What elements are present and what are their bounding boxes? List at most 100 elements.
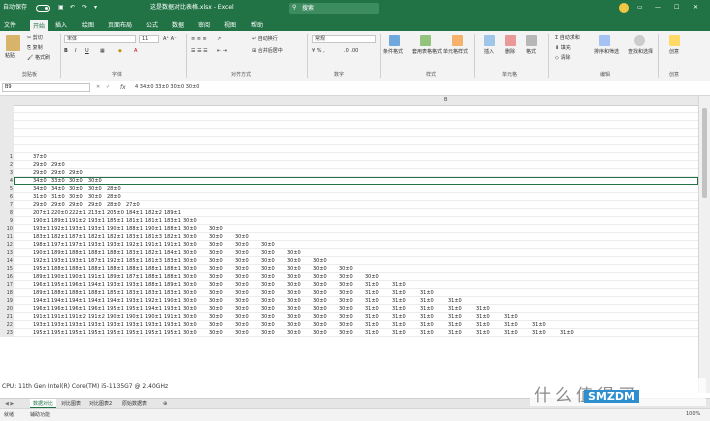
table-cell[interactable]: 30±0 [209,233,223,241]
table-cell[interactable]: 191±1 [145,241,162,249]
ribbon-display-icon[interactable]: ▭ [637,4,643,12]
table-cell[interactable]: 182±1 [145,249,162,257]
number-format-combo[interactable]: 常规 [312,35,376,43]
table-cell[interactable]: 31±0 [504,329,518,337]
table-cell[interactable]: 27±0 [126,201,140,209]
table-cell[interactable]: 31±0 [420,305,434,313]
table-cell[interactable]: 30±0 [313,265,327,273]
paste-button[interactable]: 粘贴 [5,53,15,59]
undo-icon[interactable]: ↶ [70,4,75,12]
underline-button[interactable]: U [85,48,89,54]
table-cell[interactable]: 30±0 [235,241,249,249]
bold-button[interactable]: B [64,48,68,54]
table-cell[interactable]: 197±1 [69,241,86,249]
table-cell[interactable]: 30±0 [313,305,327,313]
table-cell[interactable]: 28±0 [107,201,121,209]
row-number[interactable]: 8 [0,209,14,217]
table-cell[interactable]: 194±1 [107,297,124,305]
table-cell[interactable]: 30±0 [183,297,197,305]
row-number[interactable]: 18 [0,289,14,297]
table-cell[interactable]: 188±1 [51,265,68,273]
name-box[interactable]: B9 [2,83,90,92]
formula-input[interactable]: 4 34±0 33±0 30±0 30±0 [135,84,199,90]
table-cell[interactable]: 30±0 [209,321,223,329]
table-cell[interactable]: 30±0 [313,313,327,321]
conditional-format-icon[interactable] [389,35,400,46]
table-cell[interactable]: 30±0 [261,281,275,289]
table-cell[interactable]: 30±0 [183,233,197,241]
status-accessibility[interactable]: 辅助功能 [30,411,50,418]
table-cell[interactable]: 181±1 [145,217,162,225]
table-cell[interactable]: 191±1 [33,313,50,321]
table-cell[interactable]: 185±1 [126,257,143,265]
table-cell[interactable]: 30±0 [235,233,249,241]
table-cell[interactable]: 31±0 [560,329,574,337]
table-cell[interactable]: 30±0 [183,257,197,265]
format-cells-button[interactable]: 格式 [526,49,536,55]
table-cell[interactable]: 30±0 [183,225,197,233]
column-header-b[interactable]: B [444,97,447,103]
menu-item[interactable]: 公式 [146,20,158,29]
menu-item[interactable]: 审阅 [198,20,210,29]
insert-cells-icon[interactable] [484,35,495,46]
table-cell[interactable]: 193±1 [126,321,143,329]
table-cell[interactable]: 30±0 [287,321,301,329]
menu-item[interactable]: 帮助 [251,20,263,29]
table-cell[interactable]: 191±1 [164,313,181,321]
cell-styles-button[interactable]: 单元格样式 [443,49,468,55]
row-number[interactable]: 15 [0,265,14,273]
vertical-scrollbar[interactable] [698,96,710,393]
table-cell[interactable]: 188±1 [88,249,105,257]
minimize-icon[interactable]: — [655,4,661,12]
row-number[interactable]: 1 [0,153,14,161]
table-cell[interactable]: 183±1 [164,217,181,225]
worksheet[interactable]: 1 37±0 2 29±0 29±0 3 29±0 29±0 29±0 4 34±0 33±0 30±0… [0,105,698,393]
close-icon[interactable]: ✕ [693,4,698,12]
table-cell[interactable]: 31±0 [365,329,379,337]
row-number[interactable]: 5 [0,185,14,193]
maximize-icon[interactable]: ☐ [674,4,679,12]
table-cell[interactable]: 31±0 [448,305,462,313]
table-cell[interactable]: 30±0 [209,225,223,233]
table-cell[interactable]: 30±0 [339,313,353,321]
table-cell[interactable]: 182±2 [145,209,162,217]
chevron-down-icon[interactable]: ▾ [94,4,97,12]
table-format-button[interactable]: 套用表格格式 [412,49,442,55]
table-cell[interactable]: 188±1 [88,289,105,297]
table-cell[interactable]: 188±1 [69,265,86,273]
table-cell[interactable]: 30±0 [313,297,327,305]
table-cell[interactable]: 30±0 [339,265,353,273]
table-cell[interactable]: 30±0 [287,257,301,265]
table-cell[interactable]: 31±0 [476,329,490,337]
table-cell[interactable]: 30±0 [261,329,275,337]
row-number[interactable]: 16 [0,273,14,281]
table-cell[interactable]: 30±0 [183,313,197,321]
table-cell[interactable]: 181±3 [145,257,162,265]
table-cell[interactable]: 193±1 [88,321,105,329]
table-cell[interactable]: 31±0 [392,289,406,297]
table-cell[interactable]: 188±1 [51,289,68,297]
table-cell[interactable]: 30±0 [183,217,197,225]
table-cell[interactable]: 28±0 [107,185,121,193]
scrollbar-thumb[interactable] [702,108,707,198]
clear-button[interactable]: ◇ 清除 [555,55,570,61]
table-cell[interactable]: 213±1 [88,209,105,217]
table-cell[interactable]: 30±0 [209,241,223,249]
table-cell[interactable]: 190±1 [69,273,86,281]
table-cell[interactable]: 30±0 [235,289,249,297]
table-cell[interactable]: 30±0 [209,257,223,265]
format-cells-icon[interactable] [526,35,537,46]
table-cell[interactable]: 192±1 [145,297,162,305]
table-cell[interactable]: 30±0 [287,249,301,257]
row-number[interactable]: 19 [0,297,14,305]
row-number[interactable]: 14 [0,257,14,265]
table-cell[interactable]: 31±0 [448,313,462,321]
table-cell[interactable]: 191±1 [88,273,105,281]
table-cell[interactable]: 31±0 [365,297,379,305]
wrap-text-button[interactable]: ↵ 自动换行 [252,36,278,42]
table-cell[interactable]: 189±1 [51,249,68,257]
table-cell[interactable]: 30±0 [69,185,83,193]
font-color-icon[interactable]: A [134,48,137,54]
table-cell[interactable]: 188±1 [107,265,124,273]
align-top-icon[interactable]: ≡ ≡ ≡ [191,36,207,42]
